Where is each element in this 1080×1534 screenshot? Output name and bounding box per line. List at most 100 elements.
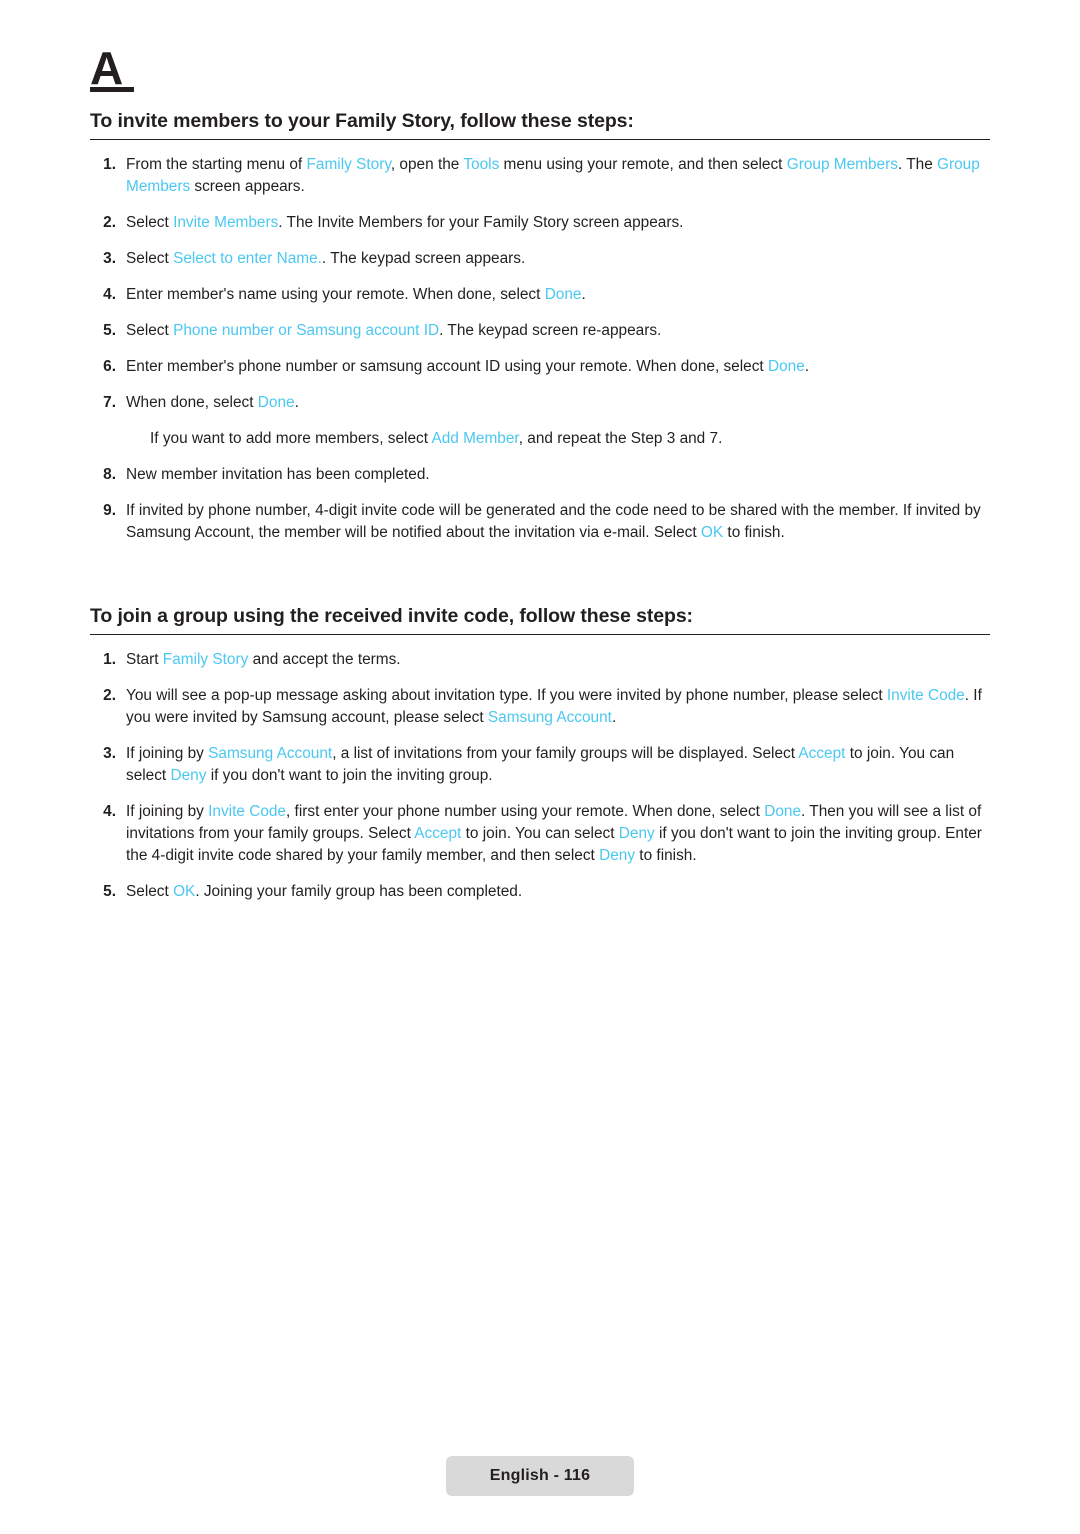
section-invite-members: To invite members to your Family Story, …: [90, 110, 990, 558]
highlighted-term: Tools: [463, 156, 500, 173]
body-text: From the starting menu of: [126, 156, 307, 173]
step-item: 3. If joining by Samsung Account, a list …: [90, 743, 990, 787]
body-text: Enter member's name using your remote. W…: [126, 286, 545, 304]
highlighted-term: OK: [700, 524, 724, 542]
step-text: Start Family Story and accept the terms.: [126, 651, 401, 668]
body-text: , first enter your phone number using yo…: [286, 803, 765, 821]
highlighted-term: Invite Code: [886, 687, 965, 705]
step-text: Enter member's name using your remote. W…: [126, 286, 586, 303]
invite-members-step-list-after-note: 8. New member invitation has been complet…: [90, 464, 990, 544]
body-text: to join. You can select: [461, 825, 619, 843]
invite-members-note: If you want to add more members, select …: [90, 428, 990, 450]
step-item: 5. Select Phone number or Samsung account…: [90, 320, 990, 342]
step-item: 4. Enter member's name using your remote.…: [90, 284, 990, 306]
step-number: 8.: [103, 466, 116, 484]
body-text: Select: [126, 214, 174, 232]
highlighted-term: Invite Code: [208, 803, 286, 821]
body-text: If joining by: [126, 803, 209, 821]
body-text: . The keypad screen appears.: [321, 250, 526, 268]
step-number: 2.: [103, 214, 116, 232]
document-page: A To invite members to your Family Story…: [0, 0, 1080, 1534]
section-join-group: To join a group using the received invit…: [90, 605, 990, 917]
body-text: New member invitation has been completed…: [126, 466, 430, 484]
step-text: You will see a pop-up message asking abo…: [126, 687, 982, 726]
step-text: Select Invite Members. The Invite Member…: [126, 214, 683, 231]
highlighted-term: Accept: [414, 825, 462, 843]
step-text: From the starting menu of Family Story, …: [126, 156, 980, 195]
highlighted-term: Samsung Account: [487, 709, 612, 727]
highlighted-term: Deny: [618, 825, 655, 843]
body-text: to finish.: [723, 524, 785, 542]
step-item: 4. If joining by Invite Code, first enter…: [90, 801, 990, 867]
step-number: 3.: [103, 250, 116, 268]
step-item: 3. Select Select to enter Name.. The keyp…: [90, 248, 990, 270]
body-text: .: [804, 358, 810, 376]
step-number: 7.: [103, 394, 116, 412]
join-group-step-list: 1. Start Family Story and accept the term…: [90, 649, 990, 903]
highlighted-term: Done: [764, 803, 802, 821]
highlighted-term: Phone number or Samsung account ID: [173, 322, 440, 340]
body-text: . The keypad screen re-appears.: [439, 322, 662, 340]
step-item: 2. Select Invite Members. The Invite Memb…: [90, 212, 990, 234]
section-join-group-title: To join a group using the received invit…: [90, 605, 990, 635]
body-text: menu using your remote, and then select: [499, 156, 787, 173]
step-number: 9.: [103, 502, 116, 520]
step-item: 1. Start Family Story and accept the term…: [90, 649, 990, 671]
brand-logo-letter: A: [90, 42, 123, 94]
body-text: You will see a pop-up message asking abo…: [126, 687, 887, 705]
step-item: 2. You will see a pop-up message asking a…: [90, 685, 990, 729]
highlighted-term: Accept: [798, 745, 846, 763]
body-text: , and repeat the Step 3 and 7.: [518, 430, 723, 448]
body-text: Enter member's phone number or samsung a…: [126, 358, 768, 376]
highlighted-term: Invite Members: [173, 214, 279, 232]
body-text: if you don't want to join the inviting g…: [206, 767, 493, 785]
step-text: Select OK. Joining your family group has…: [126, 883, 522, 900]
step-text: If joining by Invite Code, first enter y…: [126, 803, 982, 864]
highlighted-term: Done: [544, 286, 582, 304]
body-text: If you want to add more members, select: [150, 430, 432, 448]
step-item: 9. If invited by phone number, 4-digit in…: [90, 500, 990, 544]
step-number: 1.: [103, 651, 116, 668]
body-text: Start: [126, 651, 163, 668]
section-invite-members-title: To invite members to your Family Story, …: [90, 110, 990, 140]
highlighted-term: Deny: [599, 847, 636, 865]
page-footer-label: English - 116: [489, 1467, 591, 1484]
body-text: Select: [126, 250, 174, 268]
step-number: 6.: [103, 358, 116, 376]
highlighted-term: Done: [767, 358, 805, 376]
highlighted-term: Deny: [170, 767, 207, 785]
page-footer-badge: English - 116: [446, 1456, 634, 1496]
highlighted-term: Family Story: [162, 651, 249, 668]
body-text: Select: [126, 322, 174, 340]
highlighted-term: Group Members: [786, 156, 898, 173]
step-number: 5.: [103, 883, 116, 901]
step-item: 8. New member invitation has been complet…: [90, 464, 990, 486]
body-text: . The: [897, 156, 938, 173]
body-text: , open the: [390, 156, 464, 173]
invite-members-note-text: If you want to add more members, select …: [126, 428, 990, 450]
brand-logo: A: [90, 45, 134, 92]
body-text: . Joining your family group has been com…: [195, 883, 523, 901]
highlighted-term: Family Story: [306, 156, 391, 173]
step-item: 7. When done, select Done.: [90, 392, 990, 414]
body-text: . The Invite Members for your Family Sto…: [278, 214, 684, 232]
step-item: 6. Enter member's phone number or samsung…: [90, 356, 990, 378]
step-text: New member invitation has been completed…: [126, 466, 430, 483]
body-text: .: [611, 709, 617, 727]
body-text: , a list of invitations from your family…: [332, 745, 799, 763]
body-text: to finish.: [635, 847, 697, 865]
invite-members-step-list: 1. From the starting menu of Family Story…: [90, 154, 990, 414]
step-item: 5. Select OK. Joining your family group h…: [90, 881, 990, 903]
step-item: 1. From the starting menu of Family Story…: [90, 154, 990, 198]
highlighted-term: Add Member: [431, 430, 519, 448]
body-text: and accept the terms.: [248, 651, 401, 668]
step-text: If invited by phone number, 4-digit invi…: [126, 502, 981, 541]
step-number: 3.: [103, 745, 116, 763]
highlighted-term: OK: [173, 883, 196, 901]
body-text: .: [294, 394, 299, 412]
step-number: 5.: [103, 322, 116, 340]
highlighted-term: Done: [257, 394, 295, 412]
step-number: 4.: [103, 286, 116, 304]
body-text: When done, select: [126, 394, 258, 412]
step-number: 1.: [103, 156, 116, 173]
